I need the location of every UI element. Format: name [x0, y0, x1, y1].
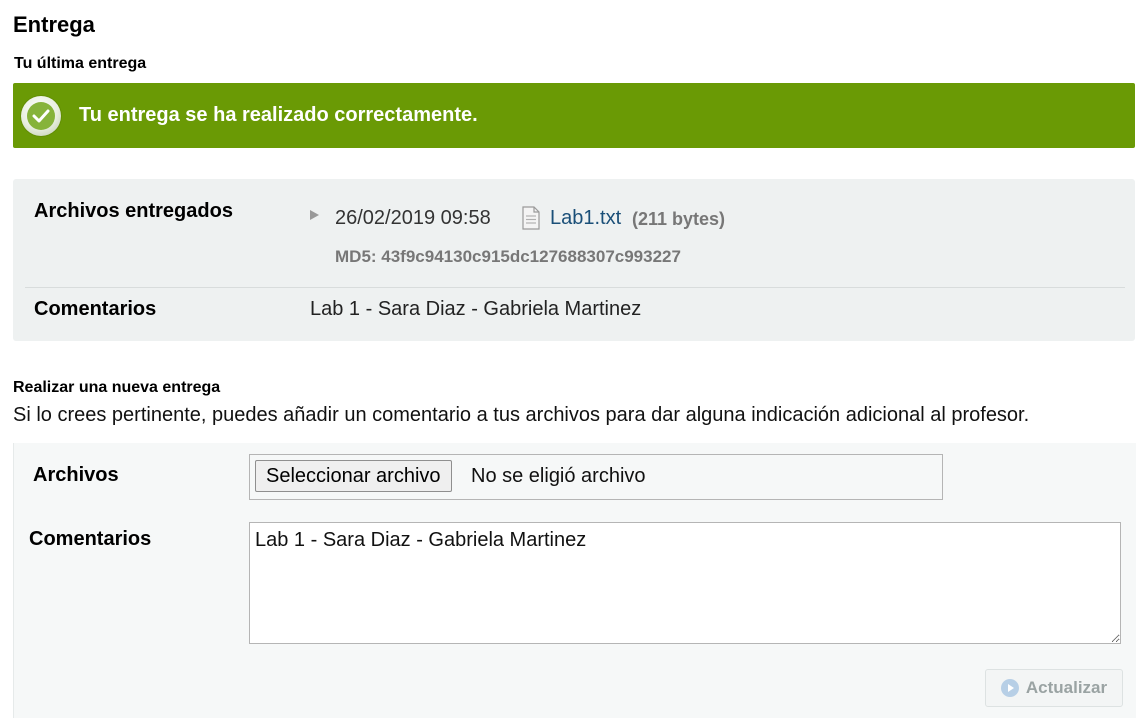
submission-summary: Archivos entregados 26/02/2019 09:58 Lab… — [13, 179, 1135, 341]
divider — [25, 287, 1125, 288]
comments-textarea[interactable]: Lab 1 - Sara Diaz - Gabriela Martinez — [249, 522, 1121, 644]
new-submission-form: Archivos Seleccionar archivo No se eligi… — [13, 443, 1136, 718]
delivered-comments-label: Comentarios — [34, 298, 157, 320]
page-subtitle: Tu última entrega — [14, 55, 147, 72]
comments-label: Comentarios — [29, 528, 152, 550]
page-title: Entrega — [13, 12, 95, 37]
new-submission-heading: Realizar una nueva entrega — [13, 379, 221, 396]
play-circle-icon — [1000, 679, 1019, 697]
update-button[interactable]: Actualizar — [985, 669, 1123, 707]
file-md5: MD5: 43f9c94130c915dc127688307c993227 — [335, 247, 681, 266]
file-status: No se eligió archivo — [471, 465, 646, 487]
page: Entrega Tu última entrega Tu entrega se … — [0, 0, 1145, 718]
update-button-label: Actualizar — [1025, 678, 1108, 697]
expand-arrow-icon[interactable] — [310, 210, 319, 220]
new-submission-intro: Si lo crees pertinente, puedes añadir un… — [13, 404, 1030, 426]
file-size: (211 bytes) — [632, 209, 726, 229]
check-circle-icon — [21, 95, 61, 136]
success-banner: Tu entrega se ha realizado correctamente… — [13, 83, 1135, 148]
delivered-comments-value: Lab 1 - Sara Diaz - Gabriela Martinez — [310, 298, 642, 320]
submission-date: 26/02/2019 09:58 — [335, 207, 491, 229]
files-label: Archivos — [33, 464, 119, 486]
delivered-files-label: Archivos entregados — [34, 200, 233, 222]
select-file-button[interactable]: Seleccionar archivo — [255, 460, 452, 492]
success-message: Tu entrega se ha realizado correctamente… — [79, 104, 478, 126]
file-icon — [521, 206, 541, 235]
file-link[interactable]: Lab1.txt — [550, 207, 621, 230]
file-input[interactable]: Seleccionar archivo No se eligió archivo — [249, 454, 943, 500]
